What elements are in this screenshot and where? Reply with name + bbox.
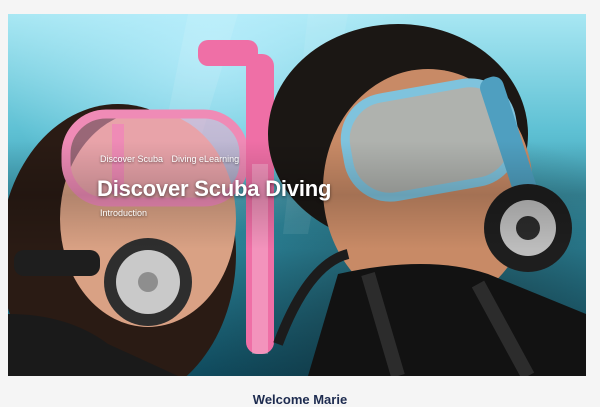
page-title: Discover Scuba Diving	[97, 176, 332, 201]
breadcrumb-separator	[166, 154, 169, 164]
breadcrumb-item-discover-scuba[interactable]: Discover Scuba	[100, 154, 163, 164]
breadcrumb-item-diving-elearning[interactable]: Diving eLearning	[172, 154, 240, 164]
page-subtitle: Introduction	[100, 208, 148, 218]
breadcrumb: Discover Scuba Diving eLearning	[100, 154, 239, 164]
